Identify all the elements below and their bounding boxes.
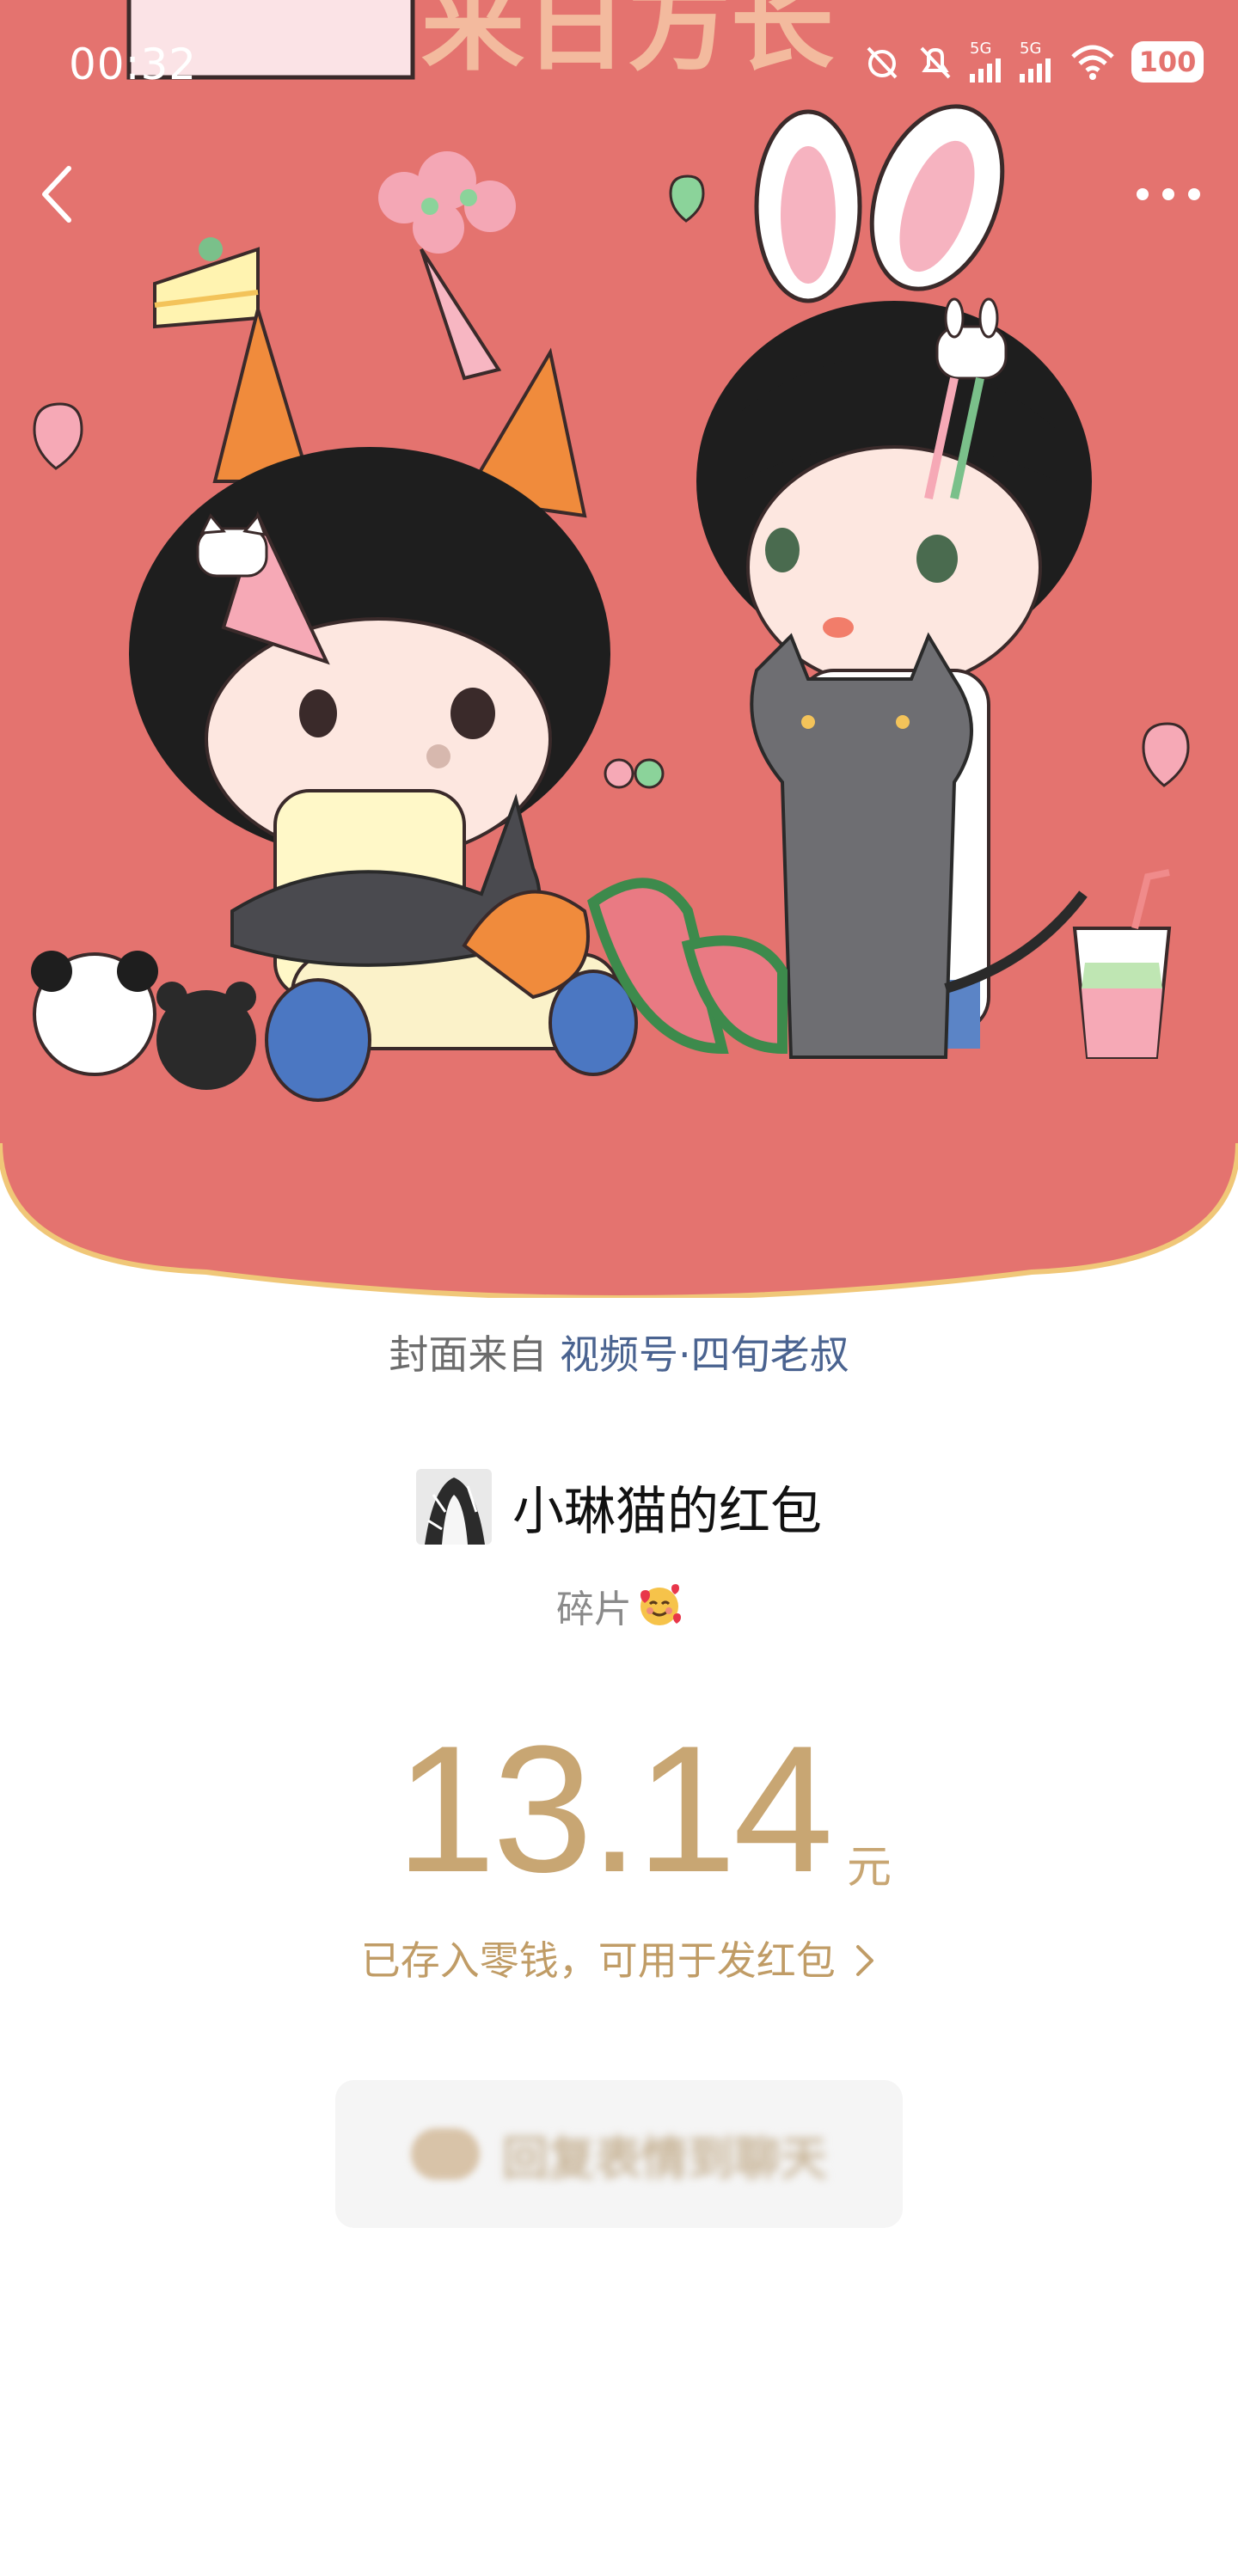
signal-1-group: 5G [970,41,1004,83]
smiling-face-with-hearts-icon [640,1584,681,1625]
red-packet-cover: 来日方长 00:32 5G 5G 100 [0,0,1238,1298]
battery-indicator: 100 [1131,41,1204,83]
reply-with-sticker-button[interactable]: 回复表情到聊天 [335,2080,903,2228]
amount-row: 13.14 元 [0,1719,1238,1900]
reply-button-label: 回复表情到聊天 [502,2131,827,2186]
signal-1-icon [970,58,1001,83]
signal-2-group: 5G [1020,41,1054,83]
alarm-off-icon [867,46,898,79]
network-type-2: 5G [1020,40,1042,58]
cover-source-prefix: 封面来自 [389,1331,548,1378]
sender-name: 小琳猫的红包 [512,1481,822,1542]
cover-source-line: 封面来自 视频号·四旬老叔 [0,1324,1238,1380]
cover-source-link[interactable]: 视频号·四旬老叔 [560,1331,849,1378]
wifi-icon [1071,45,1114,80]
network-type-1: 5G [970,40,992,58]
amount-value: 13.14 [395,1708,834,1910]
sender-row: 小琳猫的红包 [0,1465,1238,1548]
wallet-balance-link[interactable]: 已存入零钱，可用于发红包 [0,1930,1238,1986]
wallet-link-text: 已存入零钱，可用于发红包 [360,1937,836,1984]
signal-2-icon [1020,58,1051,83]
cover-illustration: 来日方长 [0,0,1238,1298]
reply-sticker-icon [411,2128,480,2180]
sender-avatar[interactable] [416,1469,492,1545]
chevron-right-icon [856,1945,874,1976]
more-options-icon[interactable] [1130,168,1207,220]
blessing-message: 碎片 [0,1578,1238,1633]
mute-bell-icon [920,46,951,79]
blessing-text: 碎片 [556,1588,632,1631]
amount-unit: 元 [847,1842,892,1894]
back-chevron-icon[interactable] [31,160,83,229]
status-bar: 00:32 5G 5G 100 [0,0,1238,138]
status-time: 00:32 [69,40,198,89]
status-icons: 5G 5G 100 [863,41,1204,83]
